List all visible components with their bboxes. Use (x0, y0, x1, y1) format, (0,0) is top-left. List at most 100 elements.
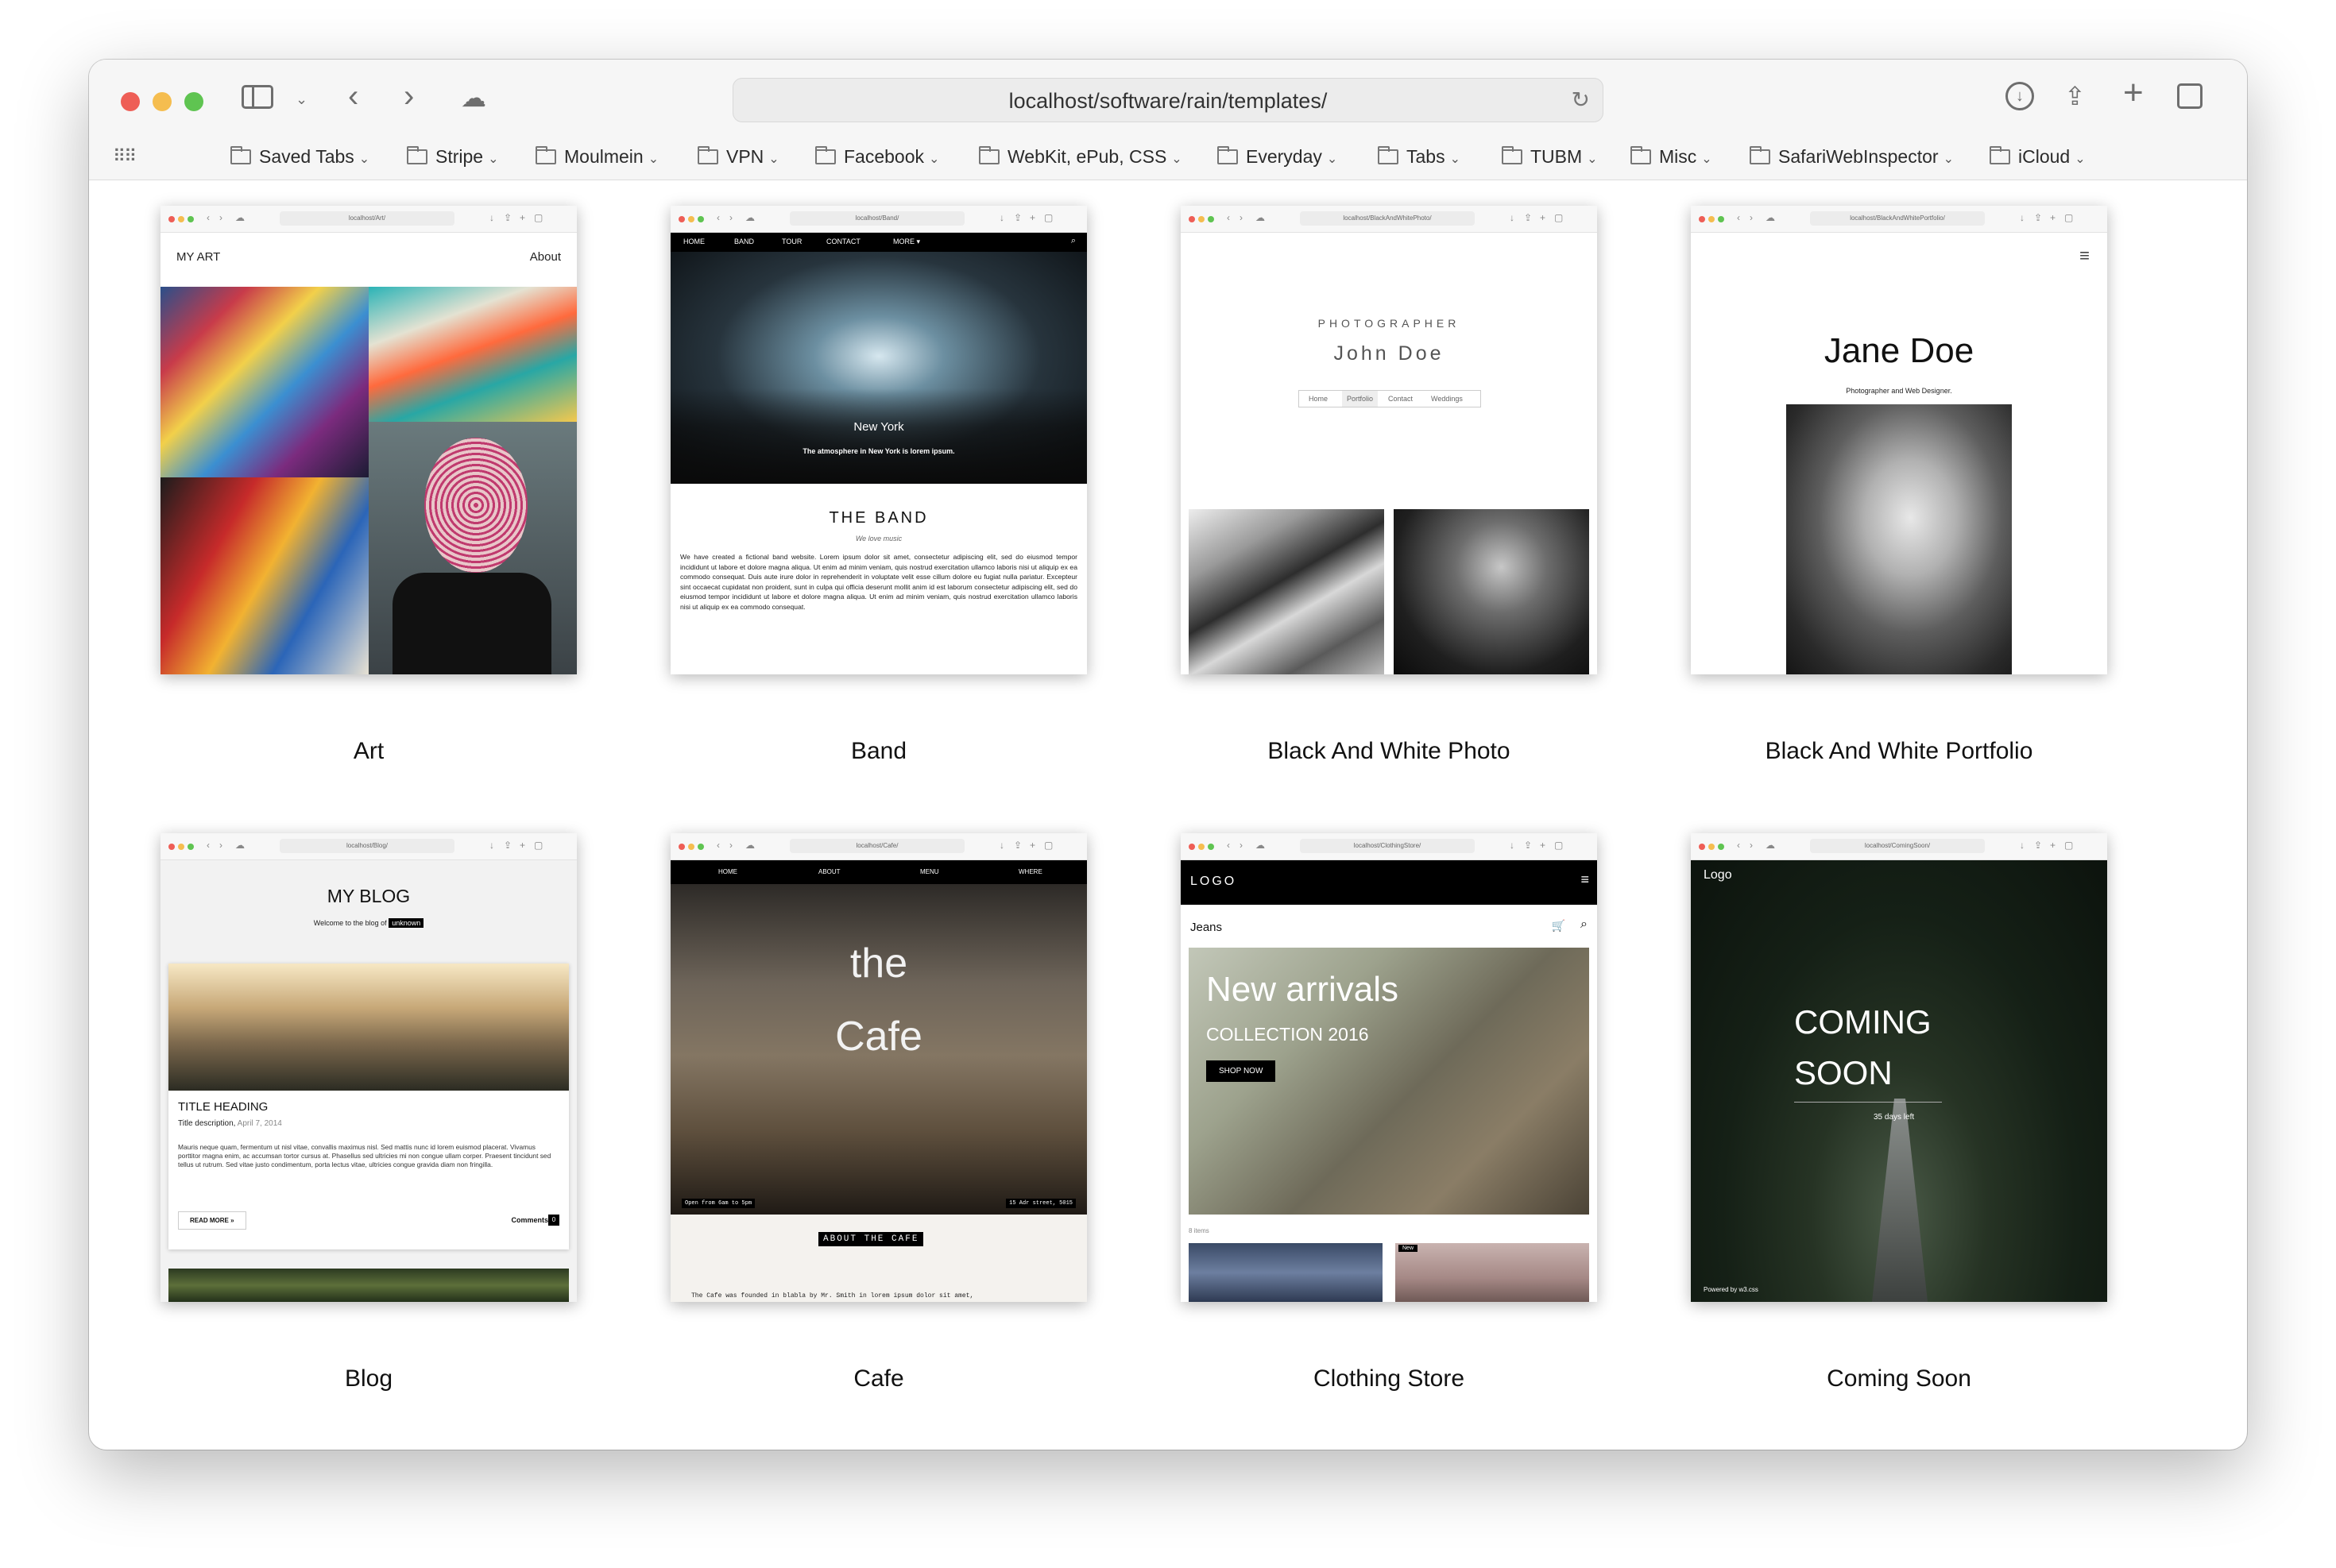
art-mural-image (369, 287, 577, 422)
preview-toolbar-icon: › (1750, 840, 1753, 851)
bookmark-folder[interactable]: SafariWebInspector ⌄ (1750, 142, 1954, 171)
blog-post-image (168, 964, 569, 1091)
template-label[interactable]: Band (671, 738, 1087, 765)
preview-toolbar-icon: ⇪ (1524, 212, 1533, 223)
fingerprint-face (424, 438, 528, 573)
chevron-down-icon[interactable]: ⌄ (296, 83, 307, 115)
cloud-icon[interactable]: ☁ (461, 82, 486, 114)
chevron-down-icon: ⌄ (929, 153, 940, 166)
preview-url: localhost/Blog/ (280, 839, 454, 853)
bookmark-folder[interactable]: Saved Tabs ⌄ (230, 142, 369, 171)
template-card-coming-soon[interactable]: localhost/ComingSoon/ ‹ › ☁ ↓ ⇪ + ▢ Logo COMING… (1691, 833, 2107, 1302)
share-icon[interactable]: ⇪ (2064, 80, 2086, 112)
band-hero-title: New York (853, 420, 904, 434)
chevron-down-icon: ⌄ (768, 153, 779, 166)
bookmark-label: Stripe (435, 146, 484, 167)
preview-url: localhost/ClothingStore/ (1300, 839, 1475, 853)
suit-shape (393, 573, 551, 674)
preview-toolbar-icon: ↓ (1000, 840, 1004, 851)
preview-toolbar-icon: + (1540, 840, 1546, 851)
new-tab-icon[interactable]: + (2123, 75, 2144, 110)
preview-toolbar-icon: ↓ (489, 840, 494, 851)
template-card-art[interactable]: localhost/Art/ ‹ › ☁ ↓ ⇪ + ▢ MY ART About (161, 206, 577, 674)
preview-toolbar-icon: ⇪ (1524, 840, 1533, 851)
bookmark-folder[interactable]: Tabs ⌄ (1378, 142, 1460, 171)
template-label[interactable]: Blog (161, 1365, 577, 1392)
preview-chrome: localhost/Cafe/ ‹ › ☁ ↓ ⇪ + ▢ (671, 833, 1087, 860)
template-card-bw-photo[interactable]: localhost/BlackAndWhitePhoto/ ‹ › ☁ ↓ ⇪ + ▢ PHO… (1181, 206, 1597, 674)
template-label[interactable]: Coming Soon (1691, 1365, 2107, 1392)
bwphoto-nav-portfolio: Portfolio (1342, 391, 1379, 407)
zoom-window-button[interactable] (184, 92, 203, 111)
address-bar[interactable]: localhost/software/rain/templates/ ↻ (733, 78, 1603, 122)
band-navbar: HOME BAND TOUR CONTACT MORE ▾ ⌕ (671, 233, 1087, 252)
preview-window-dot (178, 216, 184, 222)
preview-toolbar-icon: ⇪ (504, 212, 512, 223)
bookmark-folder[interactable]: TUBM ⌄ (1502, 142, 1598, 171)
template-label[interactable]: Cafe (671, 1365, 1087, 1392)
template-card-cafe[interactable]: localhost/Cafe/ ‹ › ☁ ↓ ⇪ + ▢ HOME ABOUT MENU W… (671, 833, 1087, 1302)
preview-toolbar-icon: › (1750, 212, 1753, 223)
browser-window: ⌄ ‹ › ☁ localhost/software/rain/template… (89, 60, 2247, 1450)
chevron-down-icon: ⌄ (1587, 153, 1598, 166)
blog-welcome-text: Welcome to the blog of (313, 919, 387, 927)
template-card-clothing[interactable]: localhost/ClothingStore/ ‹ › ☁ ↓ ⇪ + ▢ LOGO ≡ J… (1181, 833, 1597, 1302)
folder-icon (979, 146, 1000, 164)
template-card-bw-portfolio[interactable]: localhost/BlackAndWhitePortfolio/ ‹ › ☁ ↓ ⇪ + ▢… (1691, 206, 2107, 674)
cafe-title-2: Cafe (835, 1014, 922, 1060)
template-card-blog[interactable]: localhost/Blog/ ‹ › ☁ ↓ ⇪ + ▢ MY BLOG Welcome t… (161, 833, 577, 1302)
blog-post-desc: Title description, April 7, 2014 (178, 1119, 282, 1128)
preview-window-dot (688, 844, 694, 850)
blog-post-card: TITLE HEADING Title description, April 7… (168, 964, 569, 1249)
clothing-header: LOGO ≡ (1181, 860, 1597, 905)
crowd-silhouette (671, 388, 1087, 484)
forward-button[interactable]: › (404, 80, 414, 112)
bookmark-label: WebKit, ePub, CSS (1007, 146, 1167, 167)
close-window-button[interactable] (121, 92, 140, 111)
bookmark-label: SafariWebInspector (1778, 146, 1939, 167)
reload-icon[interactable]: ↻ (1572, 87, 1590, 113)
bookmark-folder[interactable]: Everyday ⌄ (1217, 142, 1337, 171)
clothing-new-tag: New (1398, 1245, 1418, 1252)
bookmark-folder[interactable]: Misc ⌄ (1630, 142, 1712, 171)
preview-toolbar-icon: ▢ (2064, 212, 2074, 223)
bookmark-label: Tabs (1406, 146, 1445, 167)
back-button[interactable]: ‹ (348, 80, 358, 112)
band-heading: THE BAND (829, 509, 929, 527)
bookmark-folder[interactable]: VPN ⌄ (698, 142, 779, 171)
preview-chrome: localhost/ComingSoon/ ‹ › ☁ ↓ ⇪ + ▢ (1691, 833, 2107, 860)
bookmark-folder[interactable]: Stripe ⌄ (407, 142, 499, 171)
minimize-window-button[interactable] (153, 92, 172, 111)
preview-toolbar-icon: ▢ (534, 840, 543, 851)
preview-toolbar-icon: + (520, 840, 526, 851)
tab-overview-icon[interactable] (2177, 83, 2203, 109)
chevron-down-icon: ⌄ (1326, 153, 1338, 166)
preview-window-dot (1198, 844, 1205, 850)
cafe-address: 15 Adr street, 5015 (1006, 1199, 1076, 1208)
template-label[interactable]: Black And White Portfolio (1691, 738, 2107, 765)
cafe-nav-menu: MENU (920, 868, 939, 875)
address-text: localhost/software/rain/templates/ (1008, 89, 1328, 113)
preview-toolbar-icon: ☁ (235, 840, 245, 851)
folder-icon (815, 146, 836, 164)
template-label[interactable]: Art (161, 738, 577, 765)
art-heart-image (161, 477, 369, 674)
template-label[interactable]: Clothing Store (1181, 1365, 1597, 1392)
downloads-icon[interactable]: ↓ (2005, 82, 2034, 110)
art-portrait-image (369, 422, 577, 674)
preview-toolbar-icon: ▢ (2064, 840, 2074, 851)
preview-toolbar-icon: ⇪ (1014, 212, 1023, 223)
chevron-down-icon: ⌄ (1943, 153, 1954, 166)
cafe-body-text: The Cafe was founded in blabla by Mr. Sm… (691, 1292, 974, 1300)
bookmark-folder[interactable]: iCloud ⌄ (1990, 142, 2086, 171)
sidebar-toggle-icon[interactable] (242, 85, 273, 109)
template-card-band[interactable]: localhost/Band/ ‹ › ☁ ↓ ⇪ + ▢ HOME BAND TOUR CO… (671, 206, 1087, 674)
preview-toolbar-icon: ☁ (745, 212, 755, 223)
preview-url: localhost/BlackAndWhitePortfolio/ (1810, 211, 1985, 226)
bookmark-folder[interactable]: Facebook ⌄ (815, 142, 939, 171)
chevron-down-icon: ⌄ (1701, 153, 1712, 166)
bookmark-folder[interactable]: Moulmein ⌄ (536, 142, 659, 171)
preview-url: localhost/ComingSoon/ (1810, 839, 1985, 853)
bookmark-folder[interactable]: WebKit, ePub, CSS ⌄ (979, 142, 1182, 171)
template-label[interactable]: Black And White Photo (1181, 738, 1597, 765)
